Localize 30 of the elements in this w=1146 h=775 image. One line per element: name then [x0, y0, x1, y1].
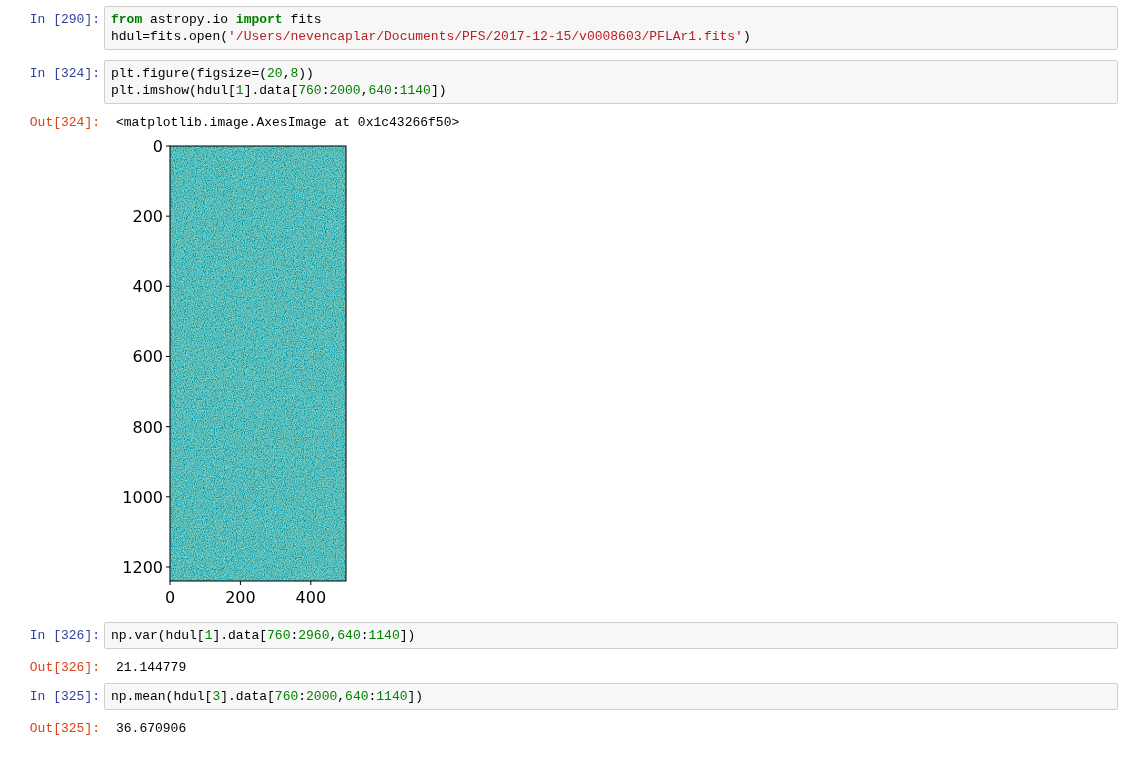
axis-tick-label: 1200: [122, 557, 163, 577]
axis-tick-label: 400: [132, 277, 163, 297]
axis-tick-label: 200: [225, 588, 256, 604]
output-text: 21.144779: [115, 659, 187, 676]
code-cell[interactable]: np.var(hdul[1].data[760:2960,640:1140]): [104, 622, 1118, 649]
output-prompt: Out[324]:: [29, 115, 100, 130]
input-prompt: In [325]:: [29, 689, 100, 704]
axis-tick-label: 600: [132, 347, 163, 367]
code-line: plt.imshow(hdul[1].data[760:2000,640:1140]): [111, 82, 447, 99]
output-text: 36.670906: [115, 720, 187, 737]
code-cell[interactable]: from astropy.io import fits hdul=fits.open('/Users/nevencaplar/Documents/PFS/2017-12-15/v0008603/PFLAr1.fits'): [104, 6, 1118, 50]
code-cell[interactable]: plt.figure(figsize=(20,8)) plt.imshow(hdul[1].data[760:2000,640:1140]): [104, 60, 1118, 104]
axis-tick-label: 800: [132, 417, 163, 437]
axis-tick-label: 1000: [122, 487, 163, 507]
axis-tick-label: 200: [132, 207, 163, 227]
output-text: <matplotlib.image.AxesImage at 0x1c43266f50>: [115, 114, 460, 131]
input-prompt: In [290]:: [29, 12, 100, 27]
axis-tick-label: 400: [295, 588, 327, 604]
axis-tick-label: 0: [152, 137, 163, 156]
code-line: hdul=fits.open('/Users/nevencaplar/Documents/PFS/2017-12-15/v0008603/PFLAr1.fits'): [111, 28, 751, 45]
input-prompt: In [326]:: [29, 628, 100, 643]
code-cell[interactable]: np.mean(hdul[3].data[760:2000,640:1140]): [104, 683, 1118, 710]
output-prompt: Out[325]:: [29, 721, 100, 736]
output-prompt: Out[326]:: [29, 660, 100, 675]
code-line: from astropy.io import fits: [111, 11, 322, 28]
code-line: plt.figure(figsize=(20,8)): [111, 65, 314, 82]
axis-tick-label: 0: [164, 588, 176, 604]
code-line: np.mean(hdul[3].data[760:2000,640:1140]): [111, 688, 424, 705]
input-prompt: In [324]:: [29, 66, 100, 81]
code-line: np.var(hdul[1].data[760:2960,640:1140]): [111, 627, 416, 644]
